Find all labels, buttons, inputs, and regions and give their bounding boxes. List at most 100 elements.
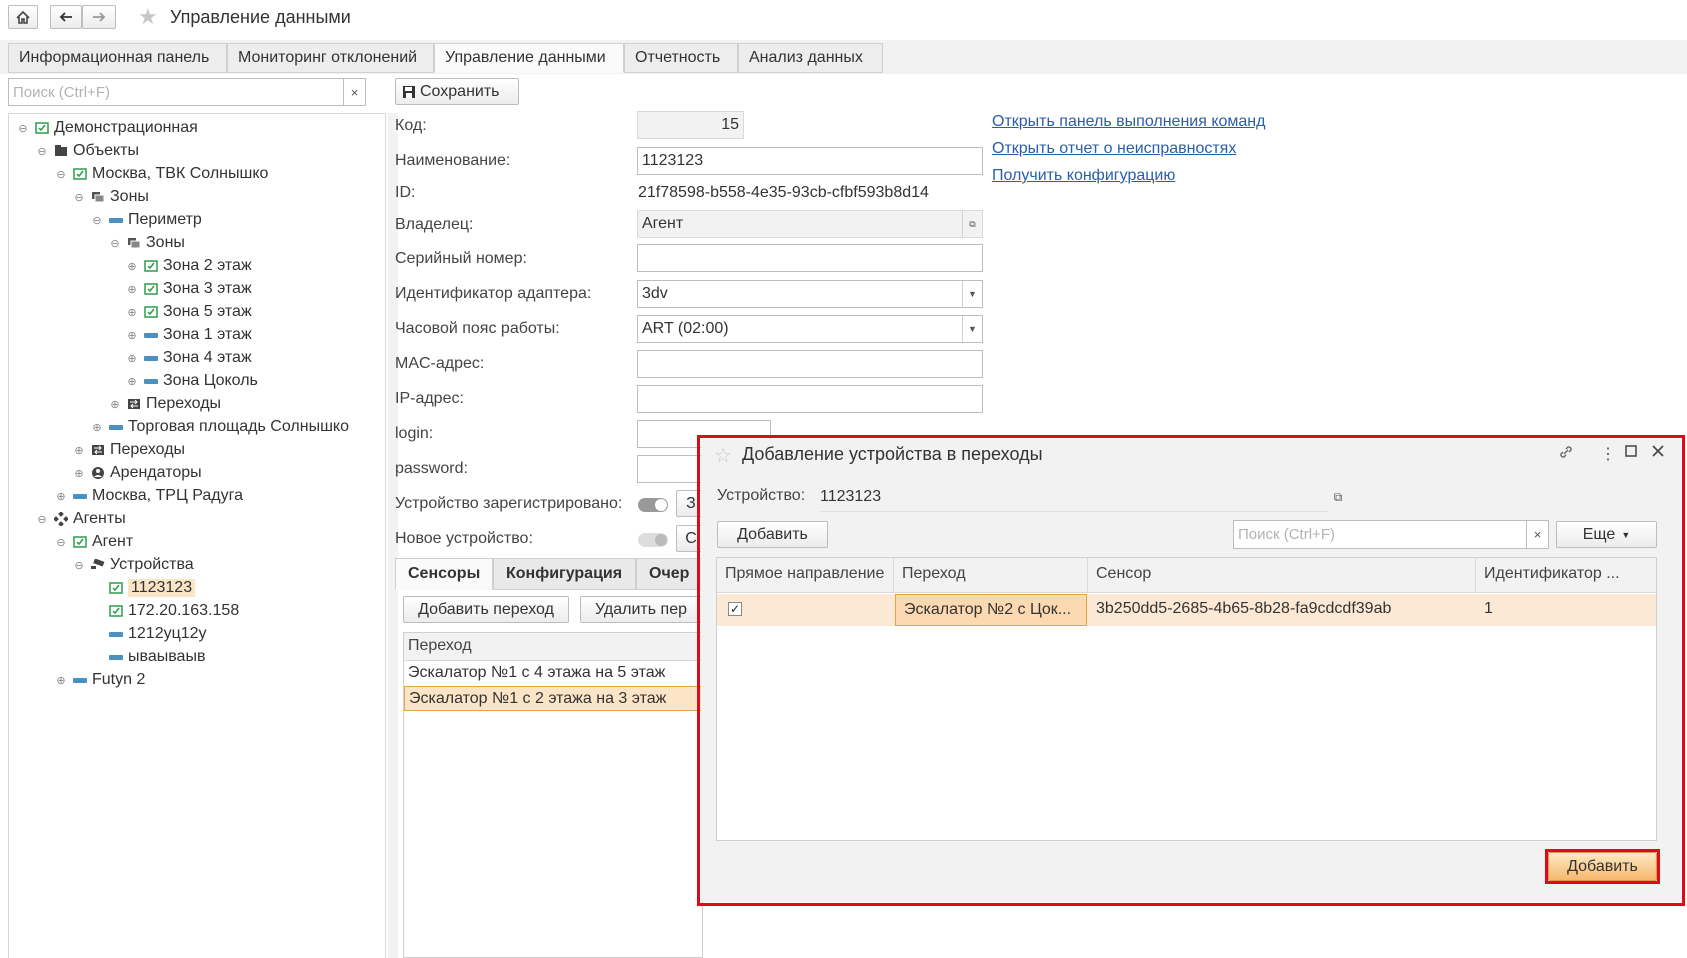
green-object-icon — [143, 259, 159, 273]
tree-node[interactable]: ⊕ Переходы — [72, 439, 185, 461]
identifier-cell[interactable]: 1 — [1476, 594, 1656, 626]
tab-dashboard[interactable]: Информационная панель — [8, 43, 227, 73]
tree-node[interactable]: ⊕ Переходы — [108, 393, 221, 415]
dash-icon — [108, 627, 124, 641]
tree-node[interactable]: ⊖ Объекты — [35, 140, 139, 162]
link-icon[interactable] — [1558, 444, 1574, 465]
column-header-direct[interactable]: Прямое направление — [717, 558, 894, 593]
chevron-down-icon[interactable]: ▼ — [962, 281, 982, 307]
tree-node[interactable]: ⊕ Москва, ТРЦ Радуга — [54, 485, 243, 507]
tab-reports[interactable]: Отчетность — [624, 43, 738, 73]
add-transition-button[interactable]: Добавить переход — [403, 596, 569, 623]
tree-node[interactable]: ⊕ Зона 2 этаж — [125, 255, 251, 277]
column-header-sensor[interactable]: Сенсор — [1088, 558, 1476, 593]
tree-node[interactable]: ⊖ Демонстрационная — [16, 117, 197, 139]
more-menu-button[interactable]: Еще ▼ — [1556, 521, 1657, 548]
new-device-toggle[interactable] — [638, 533, 668, 547]
favorite-star-icon[interactable]: ★ — [138, 4, 158, 30]
serial-field[interactable] — [637, 244, 983, 272]
home-button[interactable] — [8, 5, 38, 29]
tree-node[interactable]: ⊕ Зона 3 этаж — [125, 278, 251, 300]
dialog-search-input[interactable]: Поиск (Ctrl+F) × — [1233, 520, 1549, 549]
column-header[interactable]: Переход — [404, 633, 702, 661]
tree-node[interactable]: ⊖ Периметр — [90, 209, 201, 231]
code-label: Код: — [395, 117, 427, 134]
clear-search-button[interactable]: × — [343, 79, 365, 105]
tree-node[interactable]: ⊖ Москва, ТВК Солнышко — [54, 163, 268, 185]
tree-node[interactable]: ⊖ Агент — [54, 531, 133, 553]
clear-search-button[interactable]: × — [1526, 521, 1548, 548]
green-object-icon — [108, 604, 124, 618]
tree-node[interactable]: ⊕ Зона 1 этаж — [125, 324, 251, 346]
add-row-button[interactable]: Добавить — [717, 521, 828, 548]
open-device-icon[interactable]: ⧉ — [1327, 484, 1349, 510]
close-icon[interactable] — [1652, 444, 1664, 462]
tab-monitoring[interactable]: Мониторинг отклонений — [227, 43, 434, 73]
forward-button[interactable] — [82, 5, 116, 29]
maximize-icon[interactable] — [1625, 444, 1637, 462]
chevron-down-icon[interactable]: ▼ — [962, 316, 982, 342]
owner-field[interactable]: Агент ⧉ — [637, 210, 983, 238]
back-button[interactable] — [50, 5, 82, 29]
green-object-icon — [72, 535, 88, 549]
sensor-cell[interactable]: 3b250dd5-2685-4b65-8b28-fa9cdcdf39ab — [1088, 594, 1476, 626]
green-object-icon — [34, 121, 50, 135]
owner-label: Владелец: — [395, 216, 474, 233]
registered-toggle[interactable] — [638, 498, 668, 512]
link-fault-report[interactable]: Открыть отчет о неисправностях — [992, 140, 1236, 158]
tree-node[interactable]: 1212уц12у — [90, 623, 207, 645]
tree-node[interactable]: ⊕ Зона Цоколь — [125, 370, 257, 392]
tree-node-selected[interactable]: 1123123 — [90, 577, 196, 599]
folder-icon — [53, 144, 69, 158]
save-button[interactable]: Сохранить — [395, 78, 519, 105]
tree-node[interactable]: ⊕ Зона 5 этаж — [125, 301, 251, 323]
tree-node[interactable]: ⊖ Зоны — [108, 232, 185, 254]
tree-node[interactable]: ⊕ Futyn 2 — [54, 669, 145, 691]
tree-node[interactable]: ⊕ Арендаторы — [72, 462, 201, 484]
tree-node[interactable]: ⊕ Зона 4 этаж — [125, 347, 251, 369]
tree-search-input[interactable]: Поиск (Ctrl+F) × — [8, 78, 366, 106]
transitions-table: Переход Эскалатор №1 с 4 этажа на 5 этаж… — [403, 632, 703, 958]
tree-node[interactable]: ⊖ Зоны — [72, 186, 149, 208]
tab-queue[interactable]: Очер — [636, 558, 706, 590]
tab-sensors[interactable]: Сенсоры — [395, 558, 493, 590]
link-get-config[interactable]: Получить конфигурацию — [992, 167, 1175, 185]
mac-field[interactable] — [637, 350, 983, 378]
device-field[interactable]: 1123123 — [820, 486, 1328, 512]
registered-label: Устройство зарегистрировано: — [395, 495, 623, 512]
code-field[interactable]: 15 — [637, 111, 744, 139]
table-row[interactable]: Эскалатор №1 с 4 этажа на 5 этаж — [404, 661, 702, 686]
favorite-star-icon[interactable]: ☆ — [714, 443, 732, 468]
tree-node[interactable]: ываываыв — [90, 646, 205, 668]
object-tree: ⊖ Демонстрационная ⊖ Объекты ⊖ Москва, ТВК … — [8, 113, 386, 958]
dash-icon — [108, 420, 124, 434]
tree-node[interactable]: ⊖ Устройства — [72, 554, 193, 576]
submit-add-button[interactable]: Добавить — [1548, 852, 1657, 881]
tree-node[interactable]: ⊖ Агенты — [35, 508, 125, 530]
green-object-icon — [143, 305, 159, 319]
serial-label: Серийный номер: — [395, 250, 527, 267]
column-header-identifier[interactable]: Идентификатор ... — [1476, 558, 1656, 593]
green-object-icon — [108, 581, 124, 595]
tree-node[interactable]: 172.20.163.158 — [90, 600, 239, 622]
open-owner-icon[interactable]: ⧉ — [962, 211, 982, 237]
delete-transition-button[interactable]: Удалить пер — [580, 596, 706, 623]
name-field[interactable]: 1123123 — [637, 147, 983, 175]
dash-icon — [143, 351, 159, 365]
direct-checkbox[interactable]: ✓ — [728, 602, 742, 616]
transition-cell[interactable]: Эскалатор №2 с Цок... — [895, 594, 1087, 626]
dialog-title: Добавление устройства в переходы — [742, 444, 1043, 464]
adapter-select[interactable]: 3dv ▼ — [637, 280, 983, 308]
link-command-panel[interactable]: Открыть панель выполнения команд — [992, 113, 1265, 131]
tab-data-management[interactable]: Управление данными — [434, 43, 624, 73]
column-header-transition[interactable]: Переход — [894, 558, 1088, 593]
tab-configuration[interactable]: Конфигурация — [493, 558, 636, 590]
table-row-selected[interactable]: Эскалатор №1 с 2 этажа на 3 этаж — [404, 686, 702, 711]
more-vertical-icon[interactable]: ⋮ — [1600, 444, 1616, 464]
tree-node[interactable]: ⊕ Торговая площадь Солнышко — [90, 416, 349, 438]
timezone-select[interactable]: ART (02:00) ▼ — [637, 315, 983, 343]
device-label: Устройство: — [717, 487, 806, 504]
tab-analysis[interactable]: Анализ данных — [738, 43, 883, 73]
direct-cell[interactable]: ✓ — [717, 594, 894, 626]
ip-field[interactable] — [637, 385, 983, 413]
